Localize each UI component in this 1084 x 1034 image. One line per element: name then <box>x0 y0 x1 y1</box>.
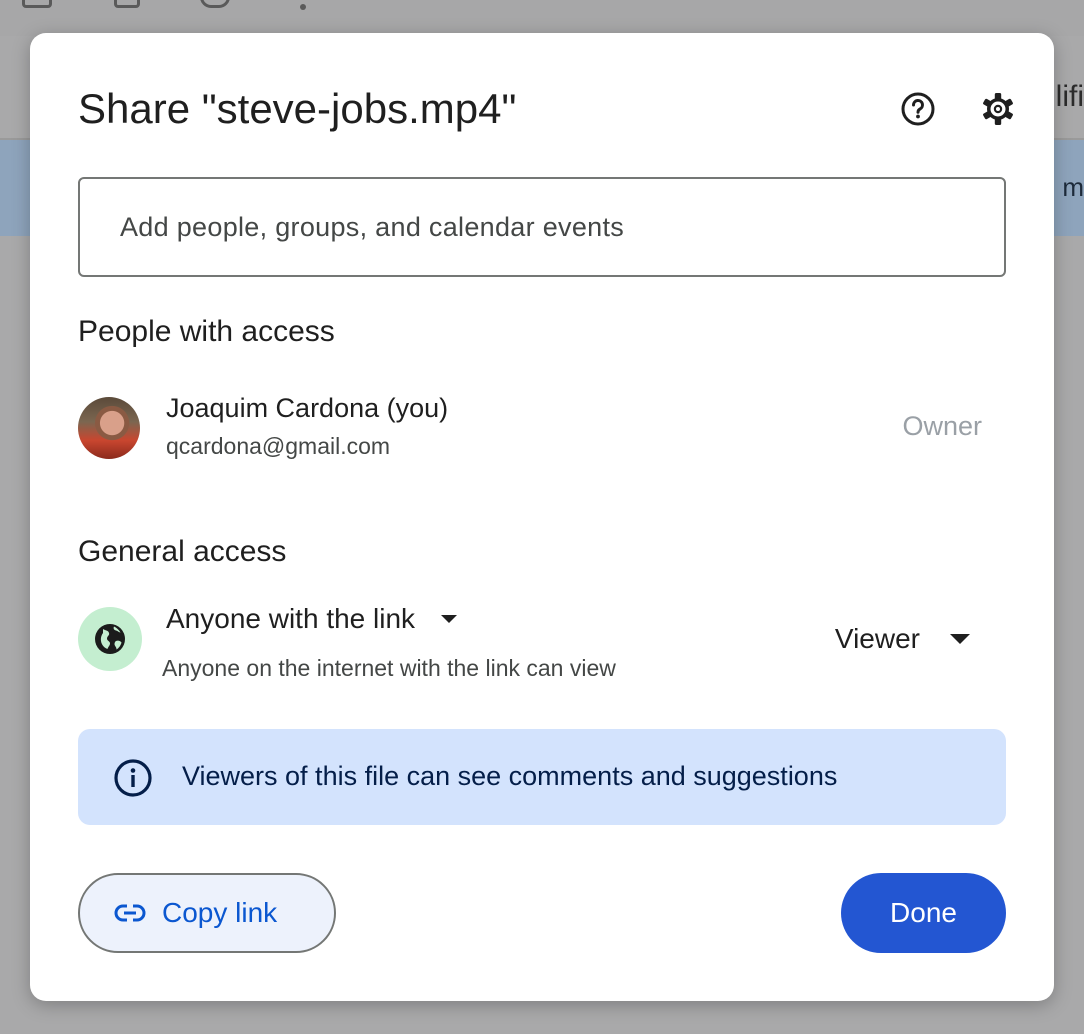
copy-link-label: Copy link <box>162 897 278 928</box>
chevron-down-icon <box>950 634 970 644</box>
person-name: Joaquim Cardona (you) <box>166 393 449 423</box>
background-toolbar <box>0 0 1084 36</box>
background-banner-text: m <box>1062 172 1084 202</box>
done-label: Done <box>890 897 957 928</box>
general-access-heading: General access <box>78 535 287 568</box>
person-email: qcardona@gmail.com <box>166 433 391 459</box>
done-button[interactable]: Done <box>841 873 1006 953</box>
more-icon <box>300 4 306 10</box>
role-label: Viewer <box>834 623 920 654</box>
general-access-dropdown[interactable]: Anyone with the link <box>166 603 458 635</box>
globe-badge <box>78 607 142 671</box>
add-people-input[interactable] <box>78 177 1006 277</box>
help-circle-icon <box>901 92 935 126</box>
info-text: Viewers of this file can see comments an… <box>182 761 838 791</box>
info-icon <box>114 759 152 797</box>
globe-icon <box>95 624 125 654</box>
trash-icon <box>114 0 140 8</box>
gear-icon <box>983 93 1013 125</box>
chevron-down-icon <box>441 615 458 623</box>
copy-link-button[interactable]: Copy link <box>78 873 336 953</box>
link-icon <box>114 904 146 922</box>
link-icon <box>200 0 230 8</box>
dialog-title: Share "steve-jobs.mp4" <box>78 85 517 132</box>
people-with-access-heading: People with access <box>78 315 335 348</box>
avatar <box>78 397 140 459</box>
role-dropdown[interactable]: Viewer <box>835 623 970 655</box>
person-role: Owner <box>902 411 982 441</box>
toolbar-icon <box>22 0 52 8</box>
settings-button[interactable] <box>978 89 1018 129</box>
general-access-label: Anyone with the link <box>166 603 416 634</box>
general-access-description: Anyone on the internet with the link can… <box>162 655 616 681</box>
background-header-text: lifi <box>1055 80 1084 113</box>
help-button[interactable] <box>898 89 938 129</box>
info-banner: Viewers of this file can see comments an… <box>78 729 1006 825</box>
share-dialog: Share "steve-jobs.mp4" People with <box>30 33 1054 1001</box>
